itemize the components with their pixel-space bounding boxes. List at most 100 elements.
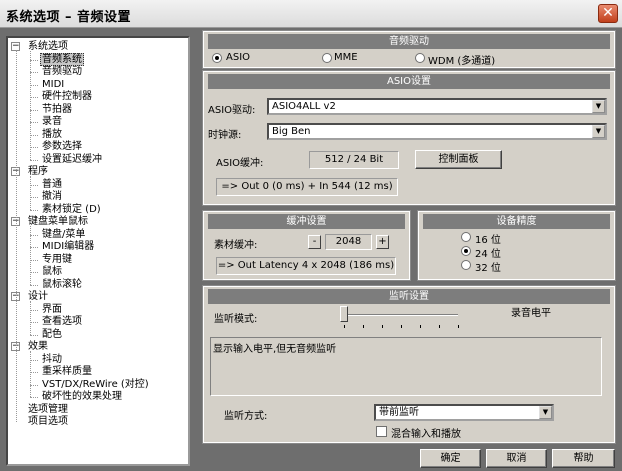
tree-group[interactable]: 键盘菜单鼠标: [26, 216, 90, 228]
tree-connector: [30, 359, 38, 361]
tree-connector: [30, 272, 38, 273]
asio-buffer-label: ASIO缓冲:: [216, 158, 264, 169]
tree-connector: [30, 259, 38, 261]
device-precision-panel: 设备精度 16 位 24 位 32 位: [417, 210, 616, 281]
tree-item-label: 音频驱动: [42, 66, 82, 77]
mix-input-playback-label: 混合输入和播放: [391, 429, 461, 440]
tree-item[interactable]: 配色: [40, 329, 64, 341]
tree-item-label: 查看选项: [42, 316, 82, 327]
monitor-description-box: 显示输入电平,但无音频监听: [210, 337, 602, 396]
tree-item-label: 设置延迟缓冲: [42, 153, 102, 165]
radio-asio[interactable]: [212, 53, 222, 63]
tree-item-label: 播放: [42, 128, 62, 140]
tree-item[interactable]: 鼠标: [40, 266, 64, 278]
slider-tick: [458, 325, 459, 328]
tree-item[interactable]: 破坏性的效果处理: [40, 391, 124, 403]
tree-item-label: 键盘菜单鼠标: [28, 216, 88, 227]
asio-buffer-value: 512 / 24 Bit: [309, 151, 399, 169]
record-level-label: 录音电平: [511, 308, 551, 319]
options-tree[interactable]: 系统选项 − 音频系统 音频驱动 MIDI 硬件控制器 节拍器 录音 播放 参数选择 设置延迟缓冲程…: [6, 36, 190, 466]
radio-16bit[interactable]: [461, 232, 471, 242]
control-panel-button[interactable]: 控制面板: [415, 150, 502, 169]
tree-connector: [30, 322, 38, 323]
chevron-down-icon[interactable]: ▼: [592, 125, 605, 138]
monitor-settings-panel: 监听设置 监听模式: 录音电平 显示输入电平,但无音频监听 监听方式: 带前监听…: [202, 285, 616, 444]
tree-item-label: 撤消: [42, 191, 62, 202]
chevron-down-icon[interactable]: ▼: [539, 406, 552, 419]
tree-group[interactable]: 选项管理: [26, 404, 70, 416]
monitor-method-value: 带前监听: [379, 407, 419, 418]
radio-32bit[interactable]: [461, 260, 471, 270]
monitor-mode-label: 监听模式:: [214, 314, 258, 325]
tree-group[interactable]: 项目选项: [26, 416, 70, 428]
device-precision-title: 设备精度: [423, 214, 610, 229]
tree-item[interactable]: 鼠标滚轮: [40, 279, 84, 291]
tree-item[interactable]: 查看选项: [40, 316, 84, 328]
tree-item[interactable]: 抖动: [40, 354, 64, 366]
mix-input-playback-checkbox[interactable]: [376, 426, 387, 437]
tree-connector: [30, 176, 31, 210]
radio-24bit[interactable]: [461, 246, 471, 256]
radio-wdm[interactable]: [415, 53, 425, 63]
tree-connector: [30, 147, 38, 148]
tree-item[interactable]: VST/DX/ReWire (对控): [40, 379, 151, 391]
tree-connector: [30, 384, 38, 386]
asio-driver-value: ASIO4ALL v2: [272, 101, 336, 112]
tree-item[interactable]: MIDI编辑器: [40, 241, 96, 253]
asio-settings-panel: ASIO设置 ASIO驱动: ASIO4ALL v2 ▼ 时钟源: Big Be…: [202, 70, 616, 206]
radio-24bit-label: 24 位: [475, 249, 501, 260]
tree-item[interactable]: 素材锁定 (D): [40, 204, 103, 216]
tree-item-label: 专用键: [42, 253, 72, 265]
tree-connector: [16, 50, 17, 422]
radio-asio-label: ASIO: [226, 52, 251, 63]
buffer-value[interactable]: 2048: [325, 234, 372, 250]
clock-source-select[interactable]: Big Ben ▼: [267, 123, 607, 140]
tree-item[interactable]: 录音: [40, 116, 64, 128]
tree-item[interactable]: 音频系统: [40, 52, 84, 66]
tree-item[interactable]: 重采样质量: [40, 366, 94, 378]
tree-item[interactable]: 专用键: [40, 254, 74, 266]
tree-item[interactable]: MIDI: [40, 79, 66, 91]
radio-mme[interactable]: [322, 53, 332, 63]
tree-item[interactable]: 播放: [40, 129, 64, 141]
buffer-settings-panel: 缓冲设置 素材缓冲: - 2048 + => Out Latency 4 x 2…: [202, 210, 411, 281]
tree-item-label: 系统选项: [28, 41, 68, 52]
buffer-decrease-button[interactable]: -: [308, 235, 321, 249]
tree-connector: [30, 234, 38, 236]
slider-tick: [344, 325, 345, 328]
cancel-button[interactable]: 取消: [486, 449, 547, 468]
asio-driver-select[interactable]: ASIO4ALL v2 ▼: [267, 98, 607, 115]
slider-tick: [382, 325, 383, 328]
tree-item[interactable]: 节拍器: [40, 104, 74, 116]
tree-item[interactable]: 音频驱动: [40, 66, 84, 78]
tree-connector: [30, 226, 31, 285]
window-title: 系统选项 – 音频设置: [6, 10, 132, 25]
radio-mme-label: MME: [334, 52, 358, 63]
monitor-method-select[interactable]: 带前监听 ▼: [374, 404, 554, 421]
asio-latency-display: => Out 0 (0 ms) + In 544 (12 ms): [216, 178, 398, 196]
tree-connector: [30, 109, 38, 111]
chevron-down-icon[interactable]: ▼: [592, 100, 605, 113]
clock-source-value: Big Ben: [272, 126, 311, 137]
monitor-method-label: 监听方式:: [224, 411, 268, 422]
monitor-description: 显示输入电平,但无音频监听: [213, 344, 337, 355]
monitor-mode-slider[interactable]: [340, 306, 348, 322]
tree-group[interactable]: 系统选项: [26, 41, 70, 53]
tree-item[interactable]: 设置延迟缓冲: [40, 154, 104, 166]
ok-button[interactable]: 确定: [420, 449, 481, 468]
slider-tick: [363, 325, 364, 328]
tree-item[interactable]: 界面: [40, 304, 64, 316]
tree-item[interactable]: 参数选择: [40, 141, 84, 153]
close-icon[interactable]: ✕: [598, 4, 618, 23]
buffer-latency-display: => Out Latency 4 x 2048 (186 ms): [216, 257, 396, 275]
help-button[interactable]: 帮助: [552, 449, 615, 468]
buffer-increase-button[interactable]: +: [376, 235, 389, 249]
tree-item[interactable]: 撤消: [40, 191, 64, 203]
tree-item[interactable]: 键盘/菜单: [40, 229, 87, 241]
slider-tick: [420, 325, 421, 328]
tree-item-label: 重采样质量: [42, 366, 92, 377]
tree-item[interactable]: 硬件控制器: [40, 91, 94, 103]
tree-item-label: 音频系统: [40, 52, 84, 66]
tree-item[interactable]: 普通: [40, 179, 64, 191]
tree-connector: [30, 59, 38, 61]
